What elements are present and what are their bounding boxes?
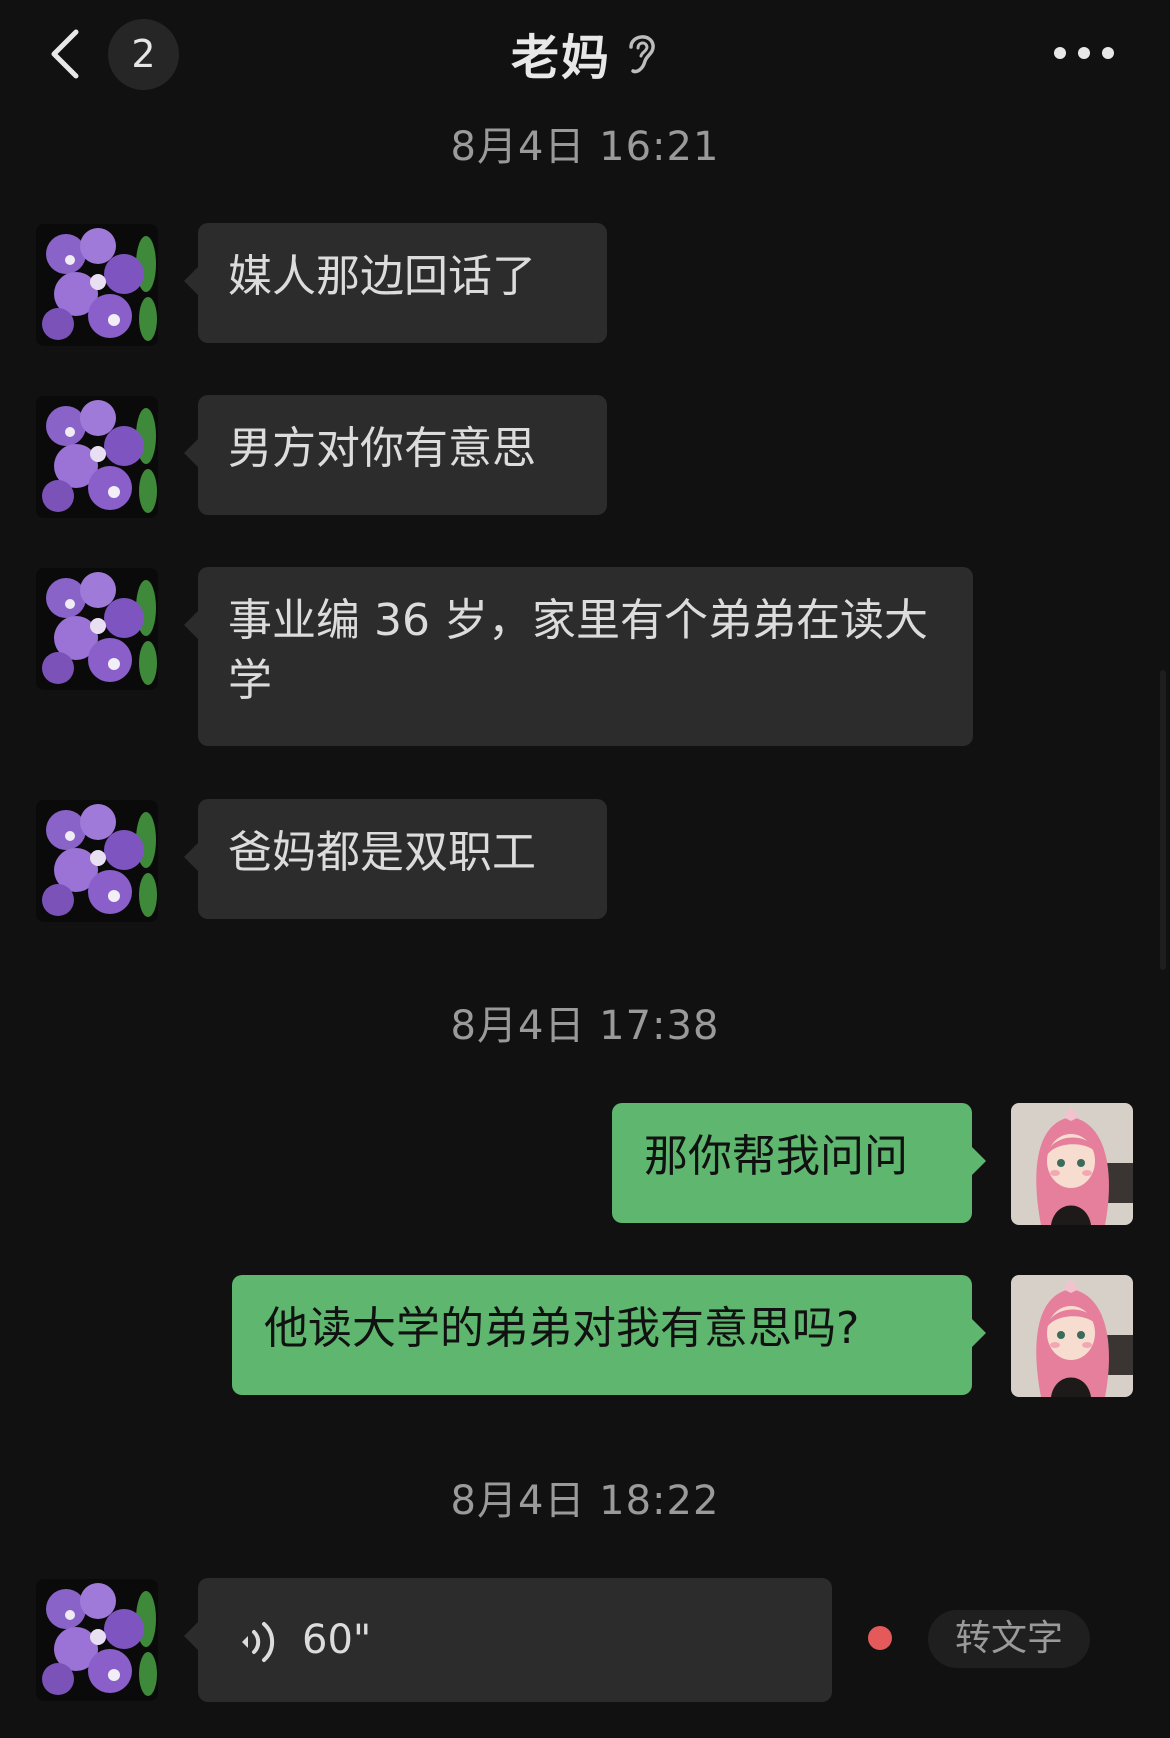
contact-avatar[interactable] bbox=[36, 800, 158, 922]
chat-title: 老妈 bbox=[510, 30, 611, 86]
message-bubble-incoming[interactable]: 爸妈都是双职工 bbox=[184, 799, 607, 919]
unread-voice-dot bbox=[868, 1626, 892, 1650]
message-bubble-outgoing[interactable]: 他读大学的弟弟对我有意思吗? bbox=[232, 1275, 986, 1395]
more-options-button[interactable] bbox=[1054, 38, 1114, 68]
more-dot bbox=[1102, 47, 1114, 59]
my-avatar[interactable] bbox=[1011, 1275, 1133, 1397]
my-avatar[interactable] bbox=[1011, 1103, 1133, 1225]
contact-avatar[interactable] bbox=[36, 1579, 158, 1701]
contact-avatar[interactable] bbox=[36, 224, 158, 346]
message-bubble-incoming[interactable]: 事业编 36 岁，家里有个弟弟在读大学 bbox=[184, 567, 973, 746]
voice-wave-icon bbox=[242, 1622, 275, 1662]
contact-avatar[interactable] bbox=[36, 396, 158, 518]
message-bubble-incoming[interactable]: 媒人那边回话了 bbox=[184, 223, 607, 343]
ear-icon bbox=[629, 35, 655, 74]
message-bubble-incoming[interactable]: 男方对你有意思 bbox=[184, 395, 607, 515]
timestamp: 8月4日 18:22 bbox=[450, 1478, 720, 1524]
title-bar: 老妈 bbox=[0, 18, 1170, 88]
convert-to-text-button[interactable]: 转文字 bbox=[928, 1610, 1090, 1668]
voice-message-bubble[interactable]: 60" bbox=[184, 1578, 832, 1702]
timestamp: 8月4日 16:21 bbox=[450, 124, 720, 170]
contact-avatar[interactable] bbox=[36, 568, 158, 690]
timestamp: 8月4日 17:38 bbox=[450, 1003, 720, 1049]
more-dots-icon bbox=[1054, 47, 1066, 59]
more-dot bbox=[1078, 47, 1090, 59]
message-bubble-outgoing[interactable]: 那你帮我问问 bbox=[612, 1103, 986, 1223]
scrollbar[interactable] bbox=[1160, 670, 1166, 970]
chat-header: 2 老妈 bbox=[0, 0, 1170, 110]
voice-duration: 60" bbox=[302, 1617, 372, 1663]
